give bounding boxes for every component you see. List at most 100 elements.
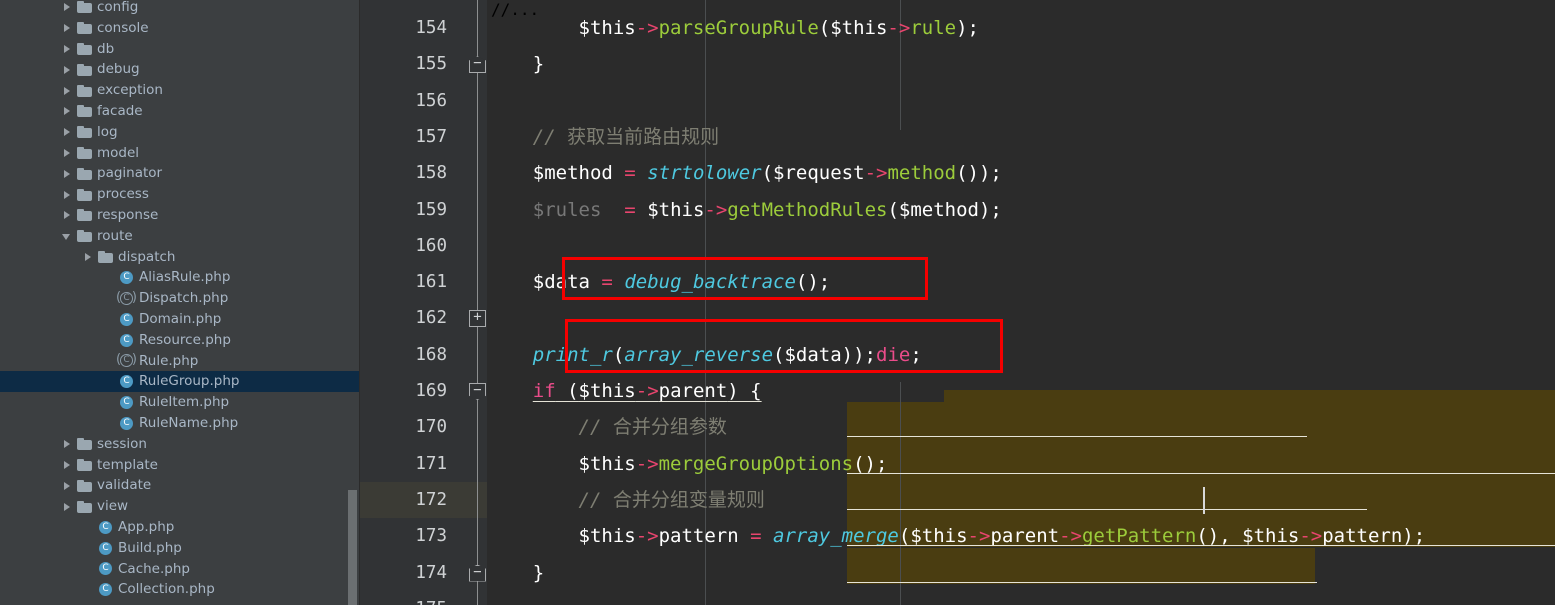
tree-item-exception[interactable]: exception — [0, 80, 360, 101]
tree-item-db[interactable]: db — [0, 39, 360, 60]
editor-gutter[interactable]: 154 155 156 157 158 159 160 161 162 168 169 170 171 1… — [360, 0, 487, 605]
chevron-right-icon[interactable] — [62, 127, 73, 138]
chevron-right-icon[interactable] — [62, 168, 73, 179]
tree-item-ruleitem-php[interactable]: C RuleItem.php — [0, 392, 360, 413]
code-line-155[interactable]: } — [487, 46, 1555, 82]
gutter-row[interactable]: 159 — [360, 192, 487, 228]
chevron-right-icon[interactable] — [62, 106, 73, 117]
chevron-right-icon[interactable] — [62, 480, 73, 491]
gutter-row[interactable]: 162 — [360, 300, 487, 336]
chevron-right-icon[interactable] — [62, 147, 73, 158]
chevron-right-icon[interactable] — [62, 210, 73, 221]
class-icon: C — [98, 582, 113, 597]
chevron-down-icon[interactable] — [62, 231, 73, 242]
gutter-row[interactable]: 169 — [360, 373, 487, 409]
tree-item-label: template — [97, 456, 158, 473]
code-line-162[interactable] — [487, 300, 1555, 336]
gutter-row[interactable]: 168 — [360, 337, 487, 373]
chevron-right-icon[interactable] — [62, 43, 73, 54]
tree-item-domain-php[interactable]: C Domain.php — [0, 309, 360, 330]
chevron-right-icon[interactable] — [62, 459, 73, 470]
tree-item-aliasrule-php[interactable]: C AliasRule.php — [0, 267, 360, 288]
code-line-170[interactable]: // 合并分组参数 — [487, 409, 1555, 445]
code-line-172[interactable]: // 合并分组变量规则 — [487, 482, 1555, 518]
tree-item-resource-php[interactable]: C Resource.php — [0, 330, 360, 351]
code-line-157[interactable]: // 获取当前路由规则 — [487, 119, 1555, 155]
code-line-156[interactable] — [487, 83, 1555, 119]
gutter-row[interactable]: 154 — [360, 10, 487, 46]
tree-item-response[interactable]: response — [0, 205, 360, 226]
tree-item-collection-php[interactable]: C Collection.php — [0, 579, 360, 600]
gutter-row[interactable]: 174 — [360, 555, 487, 591]
code-line-169[interactable]: if ($this->parent) { — [487, 373, 1555, 409]
gutter-row[interactable]: 157 — [360, 119, 487, 155]
gutter-row[interactable]: 175 — [360, 591, 487, 605]
tree-item-facade[interactable]: facade — [0, 101, 360, 122]
tree-item-view[interactable]: view — [0, 496, 360, 517]
gutter-row[interactable]: 173 — [360, 518, 487, 554]
chevron-right-icon[interactable] — [62, 439, 73, 450]
fold-toggle-icon[interactable]: − — [469, 383, 486, 400]
code-line-175[interactable] — [487, 591, 1555, 605]
gutter-row[interactable]: 172 — [360, 481, 487, 519]
tree-item-session[interactable]: session — [0, 434, 360, 455]
chevron-right-icon[interactable] — [62, 23, 73, 34]
chevron-right-icon[interactable] — [83, 251, 94, 262]
tree-item-log[interactable]: log — [0, 122, 360, 143]
tree-item-process[interactable]: process — [0, 184, 360, 205]
code-token: ( — [887, 198, 899, 221]
code-line-168[interactable]: print_r(array_reverse($data));die; — [487, 337, 1555, 373]
fold-toggle-icon[interactable]: − — [469, 56, 486, 74]
tree-item-label: session — [97, 435, 147, 452]
gutter-row[interactable]: 156 — [360, 83, 487, 119]
code-token: ()); — [956, 162, 1002, 185]
block-underline — [847, 472, 1555, 474]
sidebar-scrollbar[interactable] — [348, 490, 357, 605]
project-file-tree[interactable]: config console db debug exception facade log mo… — [0, 0, 360, 605]
tree-item-console[interactable]: console — [0, 18, 360, 39]
tree-item-debug[interactable]: debug — [0, 59, 360, 80]
chevron-right-icon[interactable] — [62, 2, 73, 13]
gutter-row[interactable]: 171 — [360, 446, 487, 482]
chevron-right-icon[interactable] — [62, 189, 73, 200]
code-line-171[interactable]: $this->mergeGroupOptions(); — [487, 446, 1555, 482]
tree-item-app-php[interactable]: C App.php — [0, 517, 360, 538]
tree-item-rulegroup-php[interactable]: C RuleGroup.php — [0, 371, 360, 393]
code-line-173[interactable]: $this->pattern = array_merge($this->pare… — [487, 518, 1555, 554]
tree-item-config[interactable]: config — [0, 0, 360, 18]
code-editor[interactable]: 154 155 156 157 158 159 160 161 162 168 169 170 171 1… — [360, 0, 1555, 605]
tree-item-paginator[interactable]: paginator — [0, 163, 360, 184]
fold-toggle-icon[interactable]: + — [469, 310, 486, 328]
tree-item-validate[interactable]: validate — [0, 475, 360, 496]
tree-item-dispatch-php[interactable]: C Dispatch.php — [0, 288, 360, 309]
chevron-right-icon[interactable] — [62, 85, 73, 96]
gutter-row[interactable]: 158 — [360, 155, 487, 191]
code-line-174[interactable]: } — [487, 555, 1555, 591]
tree-item-template[interactable]: template — [0, 455, 360, 476]
gutter-row[interactable]: 161 — [360, 264, 487, 300]
fold-toggle-icon[interactable]: − — [469, 564, 486, 582]
code-content[interactable]: $this->parseGroupRule($this->rule); } //… — [487, 0, 1555, 605]
tree-item-model[interactable]: model — [0, 143, 360, 164]
tree-item-route[interactable]: route — [0, 226, 360, 247]
code-token: pattern — [658, 525, 739, 548]
code-line-159[interactable]: $rules = $this->getMethodRules($method); — [487, 192, 1555, 228]
tree-item-build-php[interactable]: C Build.php — [0, 538, 360, 559]
chevron-right-icon[interactable] — [62, 501, 73, 512]
gutter-row[interactable]: 170 — [360, 409, 487, 445]
tree-item-label: log — [97, 123, 118, 140]
gutter-row[interactable]: 160 — [360, 228, 487, 264]
chevron-right-icon[interactable] — [62, 64, 73, 75]
code-line-161[interactable]: $data = debug_backtrace(); — [487, 264, 1555, 300]
code-line-154[interactable]: $this->parseGroupRule($this->rule); — [487, 10, 1555, 46]
tree-item-rulename-php[interactable]: C RuleName.php — [0, 413, 360, 434]
code-line-160[interactable] — [487, 228, 1555, 264]
tree-item-cache-php[interactable]: C Cache.php — [0, 559, 360, 580]
tree-item-rule-php[interactable]: C Rule.php — [0, 351, 360, 372]
code-line-158[interactable]: $method = strtolower($request->method())… — [487, 155, 1555, 191]
gutter-row[interactable]: 155 — [360, 46, 487, 82]
tree-item-dispatch[interactable]: dispatch — [0, 247, 360, 268]
